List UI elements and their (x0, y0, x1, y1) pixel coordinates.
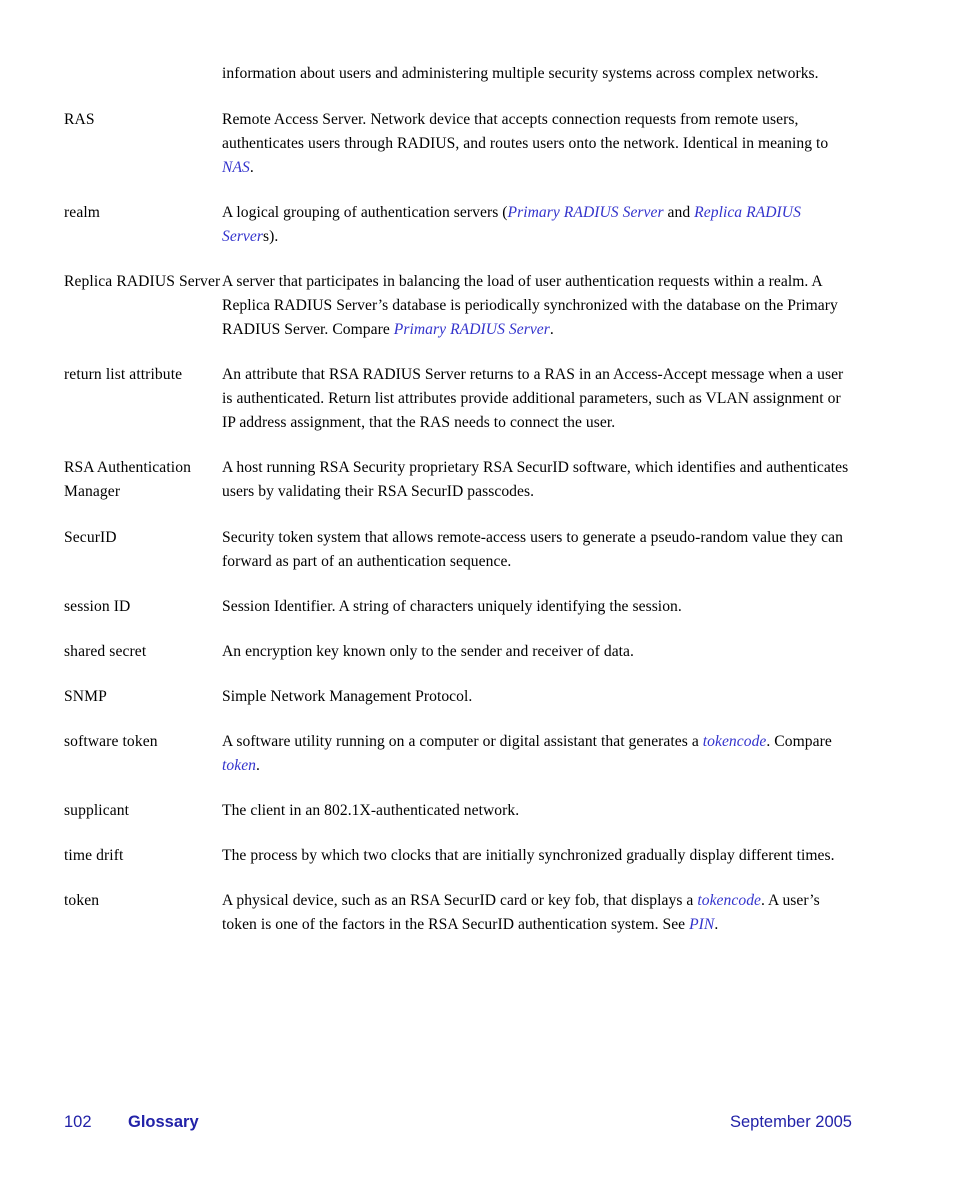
entry-definition: Remote Access Server. Network device tha… (222, 108, 852, 180)
continuation-text: information about users and administerin… (222, 65, 819, 82)
entry-term: realm (64, 204, 100, 221)
entry-spacer (64, 778, 852, 799)
definition-text-3: s). (263, 228, 279, 245)
entry-term: software token (64, 733, 158, 750)
glossary-entry-ras: RAS Remote Access Server. Network device… (64, 108, 852, 180)
entry-spacer (64, 823, 852, 844)
entry-spacer (64, 574, 852, 595)
entry-spacer (64, 619, 852, 640)
entry-term: SNMP (64, 688, 107, 705)
glossary-entry-token: token A physical device, such as an RSA … (64, 889, 852, 937)
footer-date: September 2005 (729, 1113, 852, 1131)
entry-term-empty (64, 62, 222, 63)
definition-text-2: . Compare (766, 733, 832, 750)
glossary-entry-software-token: software token A software utility runnin… (64, 730, 852, 778)
entry-definition: A software utility running on a computer… (222, 730, 852, 778)
definition-text-1: A physical device, such as an RSA SecurI… (222, 892, 698, 909)
entry-term: return list attribute (64, 366, 183, 383)
entry-term: RSA Authentication Manager (64, 459, 191, 500)
glossary-entry-replica-radius-server: Replica RADIUS Server A server that part… (64, 270, 852, 342)
entry-spacer (64, 342, 852, 363)
entry-term: shared secret (64, 643, 147, 660)
entry-term: RAS (64, 111, 95, 128)
footer-page-number: 102 (64, 1113, 92, 1131)
definition-text-2: . (249, 159, 254, 176)
entry-definition: A server that participates in balancing … (222, 270, 852, 342)
glossary-entry-return-list-attribute: return list attribute An attribute that … (64, 363, 852, 435)
xref-link-token[interactable]: token (222, 757, 256, 774)
entry-spacer (64, 868, 852, 889)
entry-spacer (64, 709, 852, 730)
entry-spacer (64, 504, 852, 526)
entry-definition: The process by which two clocks that are… (222, 847, 835, 864)
entry-definition: Security token system that allows remote… (222, 529, 843, 570)
definition-text-3: . (256, 757, 260, 774)
footer-section-title: Glossary (128, 1113, 199, 1131)
entry-spacer (64, 249, 852, 270)
glossary-entry-supplicant: supplicant The client in an 802.1X-authe… (64, 799, 852, 823)
definition-text-1: A logical grouping of authentication ser… (222, 204, 508, 221)
xref-link-primary-radius-server[interactable]: Primary RADIUS Server (394, 321, 550, 338)
page-footer: 102 Glossary September 2005 (64, 1111, 852, 1133)
xref-link-tokencode[interactable]: tokencode (703, 733, 767, 750)
entry-term: session ID (64, 598, 131, 615)
glossary-entry-session-id: session ID Session Identifier. A string … (64, 595, 852, 619)
entry-spacer (64, 435, 852, 456)
xref-link-tokencode[interactable]: tokencode (697, 892, 761, 909)
entry-definition: An attribute that RSA RADIUS Server retu… (222, 366, 844, 431)
definition-text-3: . (714, 916, 719, 933)
xref-link-pin[interactable]: PIN (689, 916, 714, 933)
glossary-entry-time-drift: time drift The process by which two cloc… (64, 844, 852, 868)
xref-link-primary-radius-server[interactable]: Primary RADIUS Server (508, 204, 664, 221)
entry-definition: A physical device, such as an RSA SecurI… (222, 889, 852, 937)
entry-term: SecurID (64, 529, 117, 546)
glossary-entry-snmp: SNMP Simple Network Management Protocol. (64, 685, 852, 709)
entry-term: Replica RADIUS Server (64, 273, 221, 290)
entry-definition: Session Identifier. A string of characte… (222, 598, 682, 615)
glossary-entry-shared-secret: shared secret An encryption key known on… (64, 640, 852, 664)
definition-text-2: . (549, 321, 554, 338)
entry-definition: A logical grouping of authentication ser… (222, 201, 852, 249)
glossary-entry-securid: SecurID Security token system that allow… (64, 526, 852, 574)
entry-term: supplicant (64, 802, 130, 819)
xref-link-nas[interactable]: NAS (222, 159, 250, 176)
entry-definition: An encryption key known only to the send… (222, 643, 634, 660)
entry-term: time drift (64, 847, 124, 864)
definition-text-2: and (663, 204, 695, 221)
entry-spacer (64, 180, 852, 201)
glossary-entry-list: information about users and administerin… (64, 62, 852, 937)
entry-spacer (64, 86, 852, 108)
document-page: information about users and administerin… (0, 0, 954, 1185)
continuation-paragraph: information about users and administerin… (64, 62, 852, 86)
entry-spacer (64, 664, 852, 685)
entry-term: token (64, 892, 100, 909)
definition-text-1: Remote Access Server. Network device tha… (222, 111, 829, 152)
glossary-entry-realm: realm A logical grouping of authenticati… (64, 201, 852, 249)
glossary-entry-rsa-authentication-manager: RSA Authentication Manager A host runnin… (64, 456, 852, 504)
entry-definition: The client in an 802.1X-authenticated ne… (222, 802, 520, 819)
definition-text-1: A software utility running on a computer… (222, 733, 703, 750)
entry-definition: Simple Network Management Protocol. (222, 688, 473, 705)
entry-definition: A host running RSA Security proprietary … (222, 459, 849, 500)
